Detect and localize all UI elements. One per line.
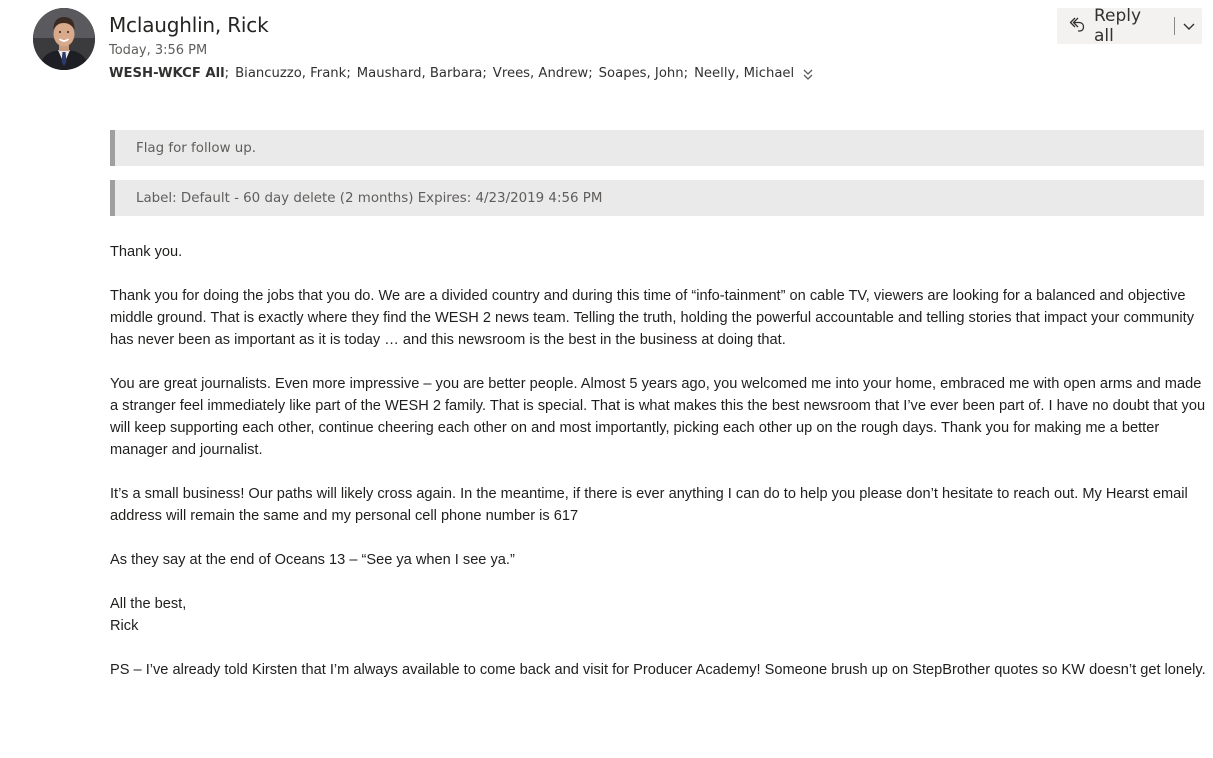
body-paragraph: Thank you. [110,244,183,260]
closing-line: All the best, [110,596,187,612]
recipient-separator: ; [683,66,689,81]
recipient[interactable]: Neelly, Michael [694,66,794,81]
recipient-separator: ; [482,66,487,81]
recipient[interactable]: WESH-WKCF All [109,66,225,81]
signature: Rick [110,618,139,634]
message-body: Thank you. Thank you for doing the jobs … [110,241,1206,703]
body-paragraph: It’s a small business! Our paths will li… [110,486,1188,524]
recipient-separator: ; [588,66,593,81]
recipient[interactable]: Biancuzzo, Frank [235,66,346,81]
reply-all-button[interactable]: Reply all [1057,6,1162,46]
flag-text: Flag for follow up. [136,140,257,156]
flag-infobar[interactable]: Flag for follow up. [110,130,1204,166]
recipient-list: WESH-WKCF All; Biancuzzo, Frank; Maushar… [109,66,814,81]
sender-name[interactable]: Mclaughlin, Rick [109,13,269,37]
recipient[interactable]: Soapes, John [599,66,684,81]
avatar-photo [33,8,95,70]
sent-date: Today, 3:56 PM [109,43,208,58]
infobar-accent [110,180,115,216]
expand-recipients-icon[interactable] [802,67,814,81]
reply-all-icon [1067,14,1087,38]
body-paragraph: PS – I’ve already told Kirsten that I’m … [110,662,1206,678]
body-paragraph: As they say at the end of Oceans 13 – “S… [110,552,515,568]
recipient[interactable]: Vrees, Andrew [493,66,588,81]
recipient-separator: ; [346,66,351,81]
chevron-down-icon [1182,17,1196,36]
retention-label-infobar[interactable]: Label: Default - 60 day delete (2 months… [110,180,1204,216]
reply-options-dropdown[interactable] [1175,8,1202,44]
recipient[interactable]: Maushard, Barbara [357,66,483,81]
body-paragraph: Thank you for doing the jobs that you do… [110,288,1195,348]
retention-label-text: Label: Default - 60 day delete (2 months… [136,190,603,206]
recipient-separator: ; [224,66,230,81]
infobar-accent [110,130,115,166]
reply-all-control: Reply all [1057,6,1202,46]
sender-avatar[interactable] [33,8,95,70]
reply-all-label: Reply all [1094,6,1142,46]
body-paragraph: You are great journalists. Even more imp… [110,376,1206,458]
